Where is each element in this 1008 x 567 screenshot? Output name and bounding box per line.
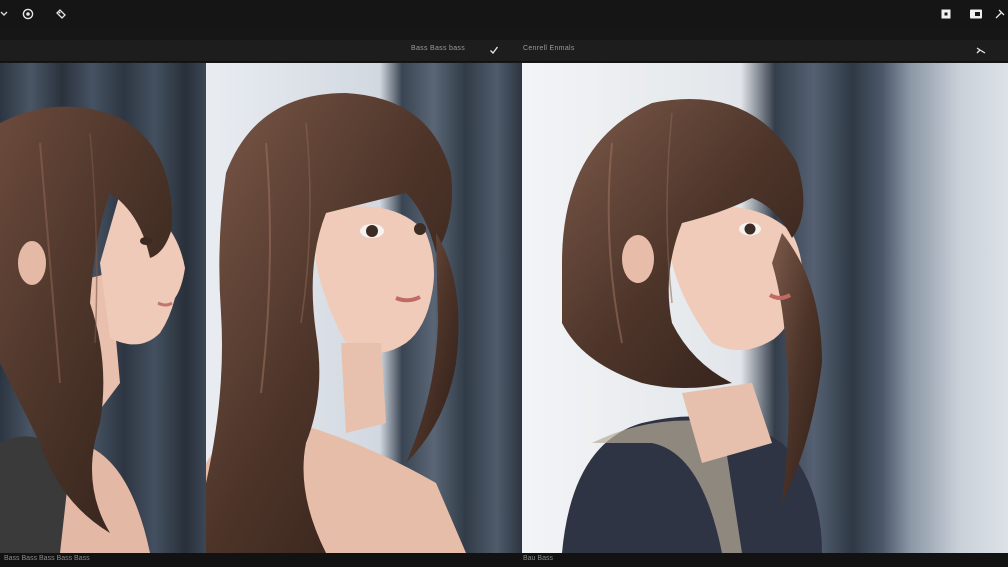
stop-icon[interactable] (938, 6, 954, 22)
image-panel-profile-left[interactable] (0, 63, 206, 553)
status-text-left: Bass Bass Bass Bass Bass (4, 555, 90, 562)
check-icon[interactable] (487, 43, 501, 57)
chevron-icon[interactable] (0, 6, 12, 22)
target-icon[interactable] (20, 6, 36, 22)
top-toolbar (0, 0, 1008, 28)
status-text-right: Bau Bass (523, 555, 553, 562)
tag-icon[interactable] (53, 6, 69, 22)
image-viewport (0, 63, 1008, 553)
image-panel-portrait-right[interactable] (522, 63, 1008, 553)
wrench-icon[interactable] (974, 43, 988, 57)
image-panel-portrait-center[interactable] (206, 63, 522, 553)
right-pane-title: Cenrell Enmals (523, 45, 575, 52)
record-icon[interactable] (968, 6, 984, 22)
pane-header-bar: Bass Bass bass Cenrell Enmals (0, 40, 1008, 62)
pin-icon[interactable] (992, 6, 1008, 22)
status-bar: Bass Bass Bass Bass Bass Bau Bass (0, 553, 1008, 567)
left-pane-title: Bass Bass bass (411, 45, 465, 52)
